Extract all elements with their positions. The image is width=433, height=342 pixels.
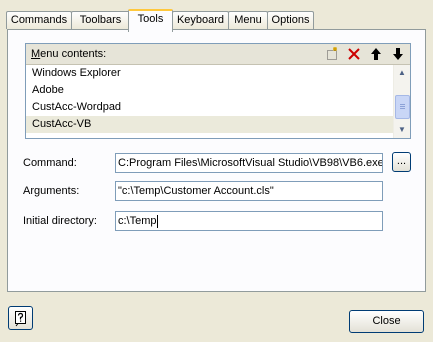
menu-contents-group: Menu contents: Windows Explorer Adobe Cu… (25, 43, 411, 139)
delete-icon[interactable] (346, 46, 362, 62)
help-icon (15, 311, 26, 327)
tab-toolbars[interactable]: Toolbars (71, 11, 130, 29)
text-caret (156, 214, 158, 228)
list-item[interactable]: Adobe (26, 82, 393, 99)
command-label: Command: (23, 157, 77, 169)
tab-keyboard[interactable]: Keyboard (172, 11, 229, 29)
menu-contents-label: Menu contents: (31, 48, 107, 60)
tab-commands[interactable]: Commands (6, 11, 72, 29)
list-item[interactable]: CustAcc-Wordpad (26, 99, 393, 116)
list-item-selected[interactable]: CustAcc-VB (26, 116, 393, 133)
menu-contents-header: Menu contents: (26, 44, 410, 65)
tools-panel: Menu contents: Windows Explorer Adobe Cu… (7, 29, 426, 292)
tab-menu[interactable]: Menu (228, 11, 268, 29)
grip-line (400, 104, 405, 105)
list-scrollbar[interactable]: ▲ ▼ (393, 65, 410, 138)
command-field[interactable]: C:Program Files\MicrosoftVisual Studio\V… (115, 153, 383, 173)
initial-directory-field[interactable]: c:\Temp (115, 211, 383, 231)
new-item-icon[interactable] (324, 46, 340, 62)
grip-line (400, 106, 405, 107)
list-item[interactable]: Windows Explorer (26, 65, 393, 82)
move-down-icon[interactable] (390, 46, 406, 62)
scroll-thumb[interactable] (395, 95, 410, 119)
move-up-icon[interactable] (368, 46, 384, 62)
grip-line (400, 108, 405, 109)
menu-contents-list[interactable]: Windows Explorer Adobe CustAcc-Wordpad C… (26, 65, 410, 138)
scroll-up-arrow-icon[interactable]: ▲ (395, 66, 409, 80)
help-button[interactable] (8, 306, 33, 330)
initial-directory-value: c:\Temp (118, 215, 157, 227)
browse-button[interactable]: ... (392, 152, 411, 172)
arguments-field[interactable]: "c:\Temp\Customer Account.cls" (115, 181, 383, 201)
scroll-down-arrow-icon[interactable]: ▼ (395, 123, 409, 137)
arguments-label: Arguments: (23, 185, 80, 197)
customize-dialog: Commands Toolbars Tools Keyboard Menu Op… (0, 0, 433, 342)
tab-tools[interactable]: Tools (128, 9, 173, 32)
tab-options[interactable]: Options (267, 11, 314, 29)
initial-directory-label: Initial directory: (23, 215, 97, 227)
close-button[interactable]: Close (349, 310, 424, 333)
